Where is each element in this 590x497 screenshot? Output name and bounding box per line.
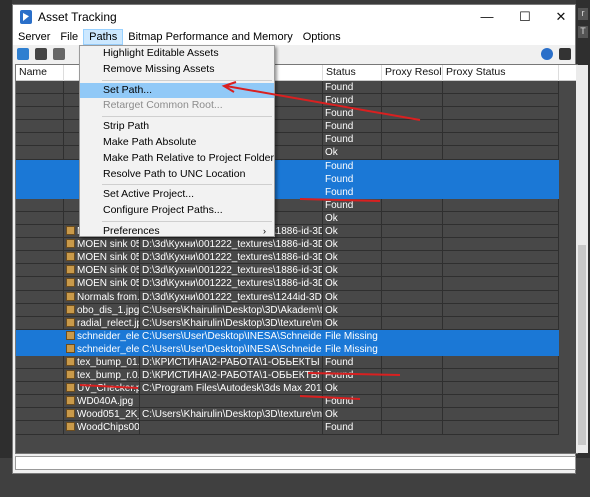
annotation-underline [79,384,139,389]
annotation-underline [299,395,361,400]
annotation-underline [299,198,381,202]
annotation-underline [307,372,401,376]
annotation-overlay [79,81,421,400]
annotation-arrow [225,85,421,121]
